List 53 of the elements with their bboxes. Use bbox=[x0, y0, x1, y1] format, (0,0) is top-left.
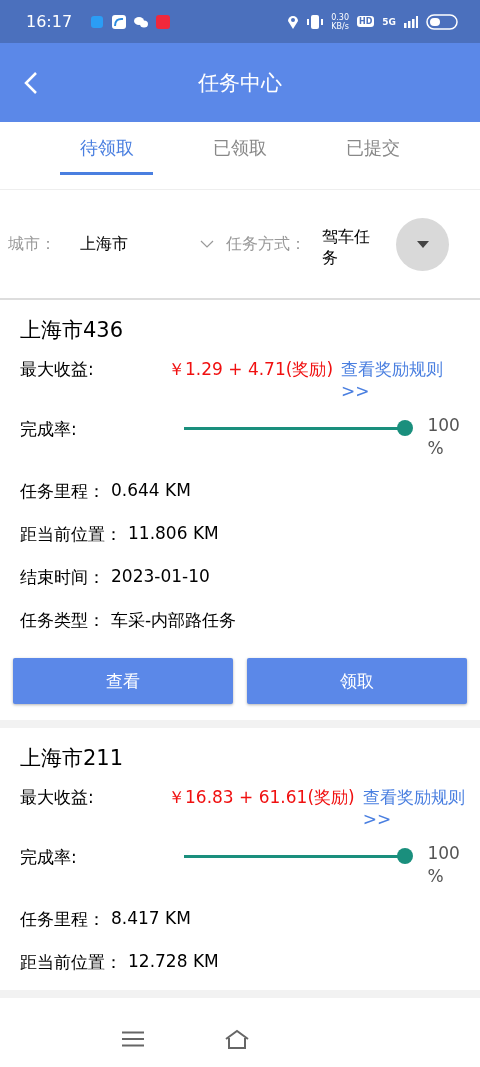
back-icon[interactable] bbox=[24, 71, 38, 95]
income-label: 最大收益: bbox=[20, 786, 95, 809]
status-time: 16:17 bbox=[26, 12, 73, 31]
detail-value: 车采-内部路任务 bbox=[111, 609, 237, 632]
battery-icon bbox=[426, 13, 458, 30]
app-icon bbox=[156, 14, 171, 29]
slider-thumb[interactable] bbox=[397, 848, 414, 864]
detail-label: 距当前位置： bbox=[20, 951, 122, 974]
app-icon bbox=[90, 14, 105, 29]
task-title: 上海市211 bbox=[20, 745, 125, 772]
detail-value: 0.644 KM bbox=[111, 480, 191, 502]
detail-label: 任务里程： bbox=[20, 908, 105, 931]
mode-value[interactable]: 驾车任务 bbox=[322, 226, 384, 268]
completion-reading: 100 % bbox=[427, 414, 461, 460]
completion-label: 完成率: bbox=[20, 846, 78, 869]
tab[interactable]: 已提交 bbox=[306, 122, 440, 189]
location-icon bbox=[287, 14, 300, 29]
completion-label: 完成率: bbox=[20, 418, 78, 441]
city-value[interactable]: 上海市 bbox=[80, 233, 200, 255]
detail-label: 任务类型： bbox=[20, 609, 105, 632]
network-speed: 0.30 KB/s bbox=[331, 12, 349, 31]
app-icon bbox=[112, 14, 127, 29]
tab[interactable]: 已领取 bbox=[173, 122, 307, 189]
income-value: ￥1.29 + 4.71(奖励) bbox=[168, 358, 334, 381]
slider-thumb[interactable] bbox=[397, 420, 414, 436]
tab[interactable]: 待领取 bbox=[40, 122, 174, 189]
detail-label: 结束时间： bbox=[20, 566, 105, 589]
hd-badge: HD bbox=[357, 16, 375, 27]
page-title: 任务中心 bbox=[198, 69, 282, 97]
income-label: 最大收益: bbox=[20, 358, 95, 381]
reward-rules-link[interactable]: 查看奖励规则>> bbox=[362, 786, 467, 830]
detail-value: 8.417 KM bbox=[111, 908, 191, 930]
task-title: 上海市436 bbox=[20, 317, 125, 344]
caret-icon bbox=[416, 240, 429, 248]
income-value: ￥16.83 + 61.61(奖励) bbox=[168, 786, 355, 809]
reward-rules-link[interactable]: 查看奖励规则>> bbox=[341, 358, 467, 402]
network-type: 5G bbox=[382, 16, 396, 27]
filter-label: 任务方式： bbox=[226, 233, 306, 255]
detail-label: 任务里程： bbox=[20, 480, 105, 503]
action-button[interactable]: 查看 bbox=[13, 658, 233, 704]
chat-icon bbox=[134, 14, 149, 29]
detail-label: 距当前位置： bbox=[20, 523, 122, 546]
detail-value: 2023-01-10 bbox=[111, 566, 210, 588]
menu-icon[interactable] bbox=[122, 1030, 144, 1047]
detail-value: 12.728 KM bbox=[128, 951, 219, 973]
vibrate-icon bbox=[307, 14, 324, 29]
detail-value: 11.806 KM bbox=[128, 523, 219, 545]
chevron-down-icon[interactable] bbox=[200, 240, 214, 248]
signal-icon bbox=[404, 15, 418, 28]
filter-label: 城市： bbox=[8, 233, 56, 255]
action-button[interactable]: 领取 bbox=[247, 658, 467, 704]
completion-reading: 100 % bbox=[427, 842, 461, 888]
home-icon[interactable] bbox=[224, 1028, 250, 1049]
